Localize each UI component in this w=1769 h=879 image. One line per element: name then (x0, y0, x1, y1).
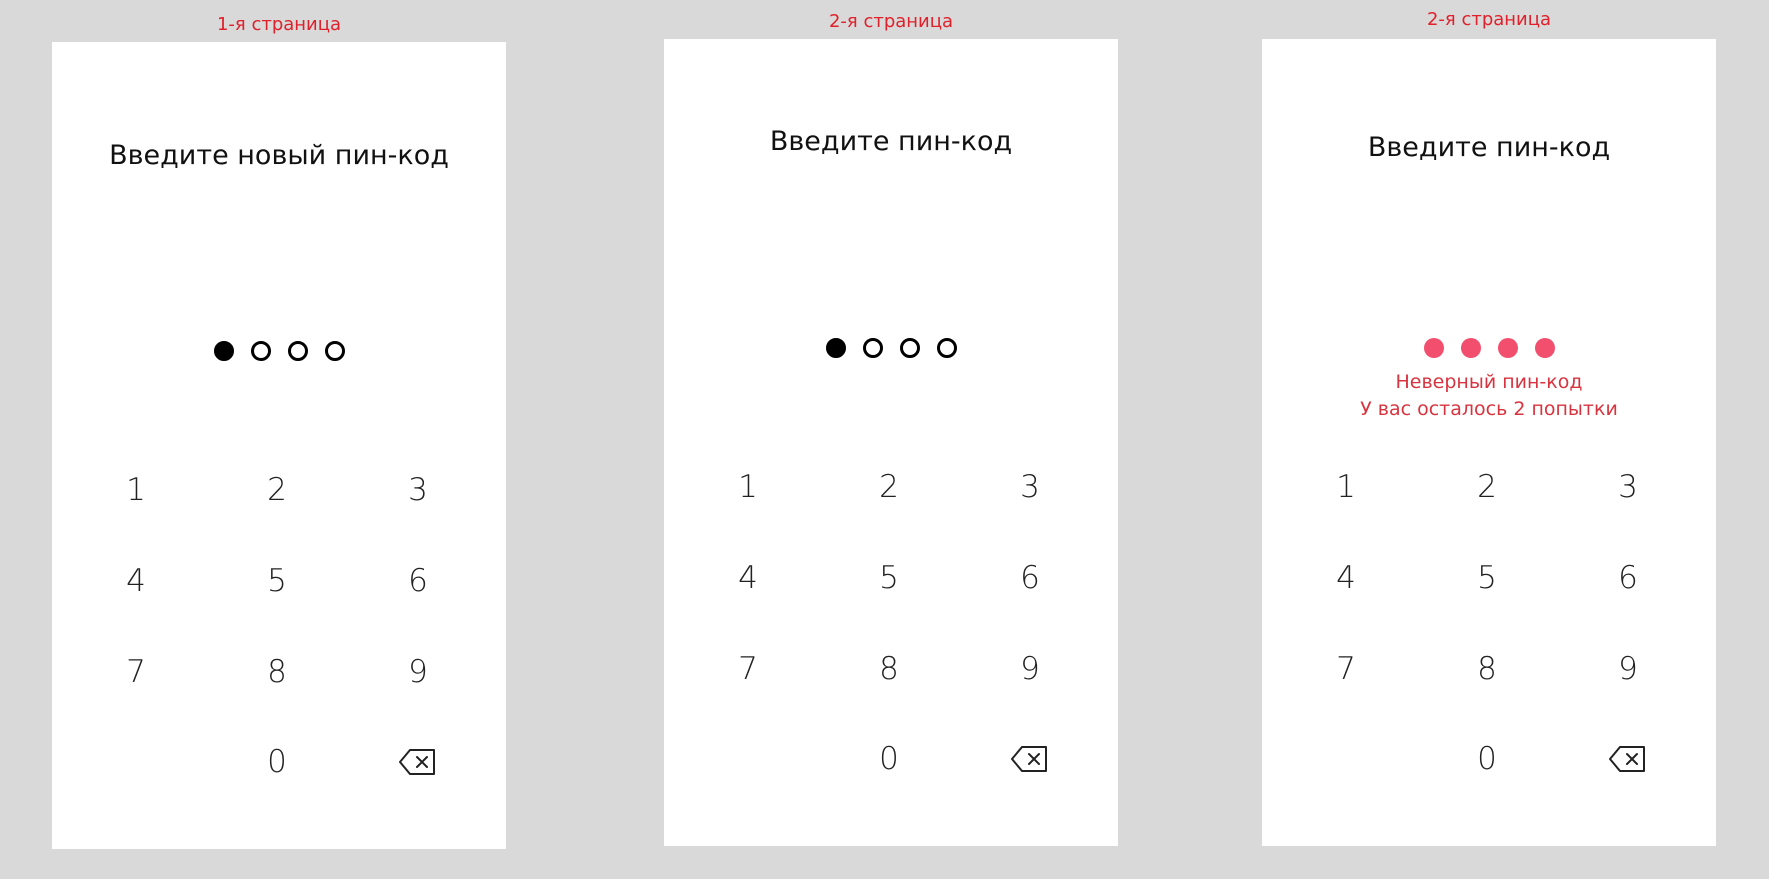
key-5[interactable]: 5 (841, 546, 937, 610)
pin-dot (1460, 338, 1481, 358)
key-1[interactable]: 1 (88, 458, 184, 522)
pin-screen-enter: Введите пин-код 1 2 3 4 5 6 7 8 9 0 (664, 39, 1118, 846)
error-message: Неверный пин-код У вас осталось 2 попытк… (1262, 369, 1716, 423)
pin-indicator (52, 341, 506, 361)
backspace-button[interactable] (982, 727, 1078, 791)
key-4[interactable]: 4 (1298, 546, 1394, 610)
backspace-button[interactable] (1580, 727, 1676, 791)
pin-dot (324, 341, 345, 361)
key-1[interactable]: 1 (700, 455, 796, 519)
page-title: Введите пин-код (1367, 132, 1611, 163)
key-2[interactable]: 2 (1439, 455, 1535, 519)
numeric-keypad: 1 2 3 4 5 6 7 8 9 0 (664, 469, 1118, 850)
page-caption: 1-я страница (216, 14, 342, 35)
pin-dot (862, 338, 883, 358)
key-8[interactable]: 8 (841, 637, 937, 701)
key-0[interactable]: 0 (229, 730, 325, 794)
key-6[interactable]: 6 (370, 549, 466, 613)
error-title: Неверный пин-код (1395, 371, 1583, 393)
page-title: Введите пин-код (769, 126, 1013, 157)
key-9[interactable]: 9 (982, 637, 1078, 701)
page-caption: 2-я страница (828, 11, 954, 32)
pin-dot (287, 341, 308, 361)
key-5[interactable]: 5 (229, 549, 325, 613)
pin-dot (1534, 338, 1555, 358)
pin-dot (1423, 338, 1444, 358)
backspace-icon (399, 749, 435, 775)
key-4[interactable]: 4 (700, 546, 796, 610)
key-2[interactable]: 2 (229, 458, 325, 522)
pin-screen-error: Введите пин-код Неверный пин-код У вас о… (1262, 39, 1716, 846)
key-5[interactable]: 5 (1439, 546, 1535, 610)
key-3[interactable]: 3 (370, 458, 466, 522)
key-3[interactable]: 3 (1580, 455, 1676, 519)
numeric-keypad: 1 2 3 4 5 6 7 8 9 0 (1262, 469, 1716, 850)
pin-dot (825, 338, 846, 358)
key-9[interactable]: 9 (370, 640, 466, 704)
key-1[interactable]: 1 (1298, 455, 1394, 519)
pin-dot (213, 341, 234, 361)
key-0[interactable]: 0 (1439, 727, 1535, 791)
key-8[interactable]: 8 (229, 640, 325, 704)
pin-screen-new: Введите новый пин-код 1 2 3 4 5 6 7 8 9 … (52, 42, 506, 849)
key-7[interactable]: 7 (88, 640, 184, 704)
pin-indicator (1262, 338, 1716, 358)
numeric-keypad: 1 2 3 4 5 6 7 8 9 0 (52, 472, 506, 853)
attempts-remaining: У вас осталось 2 попытки (1360, 398, 1618, 420)
key-2[interactable]: 2 (841, 455, 937, 519)
pin-dot (250, 341, 271, 361)
pin-dot (899, 338, 920, 358)
key-3[interactable]: 3 (982, 455, 1078, 519)
backspace-icon (1609, 746, 1645, 772)
backspace-button[interactable] (370, 730, 466, 794)
key-7[interactable]: 7 (1298, 637, 1394, 701)
key-8[interactable]: 8 (1439, 637, 1535, 701)
pin-indicator (664, 338, 1118, 358)
backspace-icon (1011, 746, 1047, 772)
key-9[interactable]: 9 (1580, 637, 1676, 701)
key-6[interactable]: 6 (982, 546, 1078, 610)
pin-dot (936, 338, 957, 358)
page-title: Введите новый пин-код (109, 140, 449, 171)
pin-dot (1497, 338, 1518, 358)
key-7[interactable]: 7 (700, 637, 796, 701)
key-4[interactable]: 4 (88, 549, 184, 613)
key-0[interactable]: 0 (841, 727, 937, 791)
page-caption: 2-я страница (1426, 9, 1552, 30)
key-6[interactable]: 6 (1580, 546, 1676, 610)
